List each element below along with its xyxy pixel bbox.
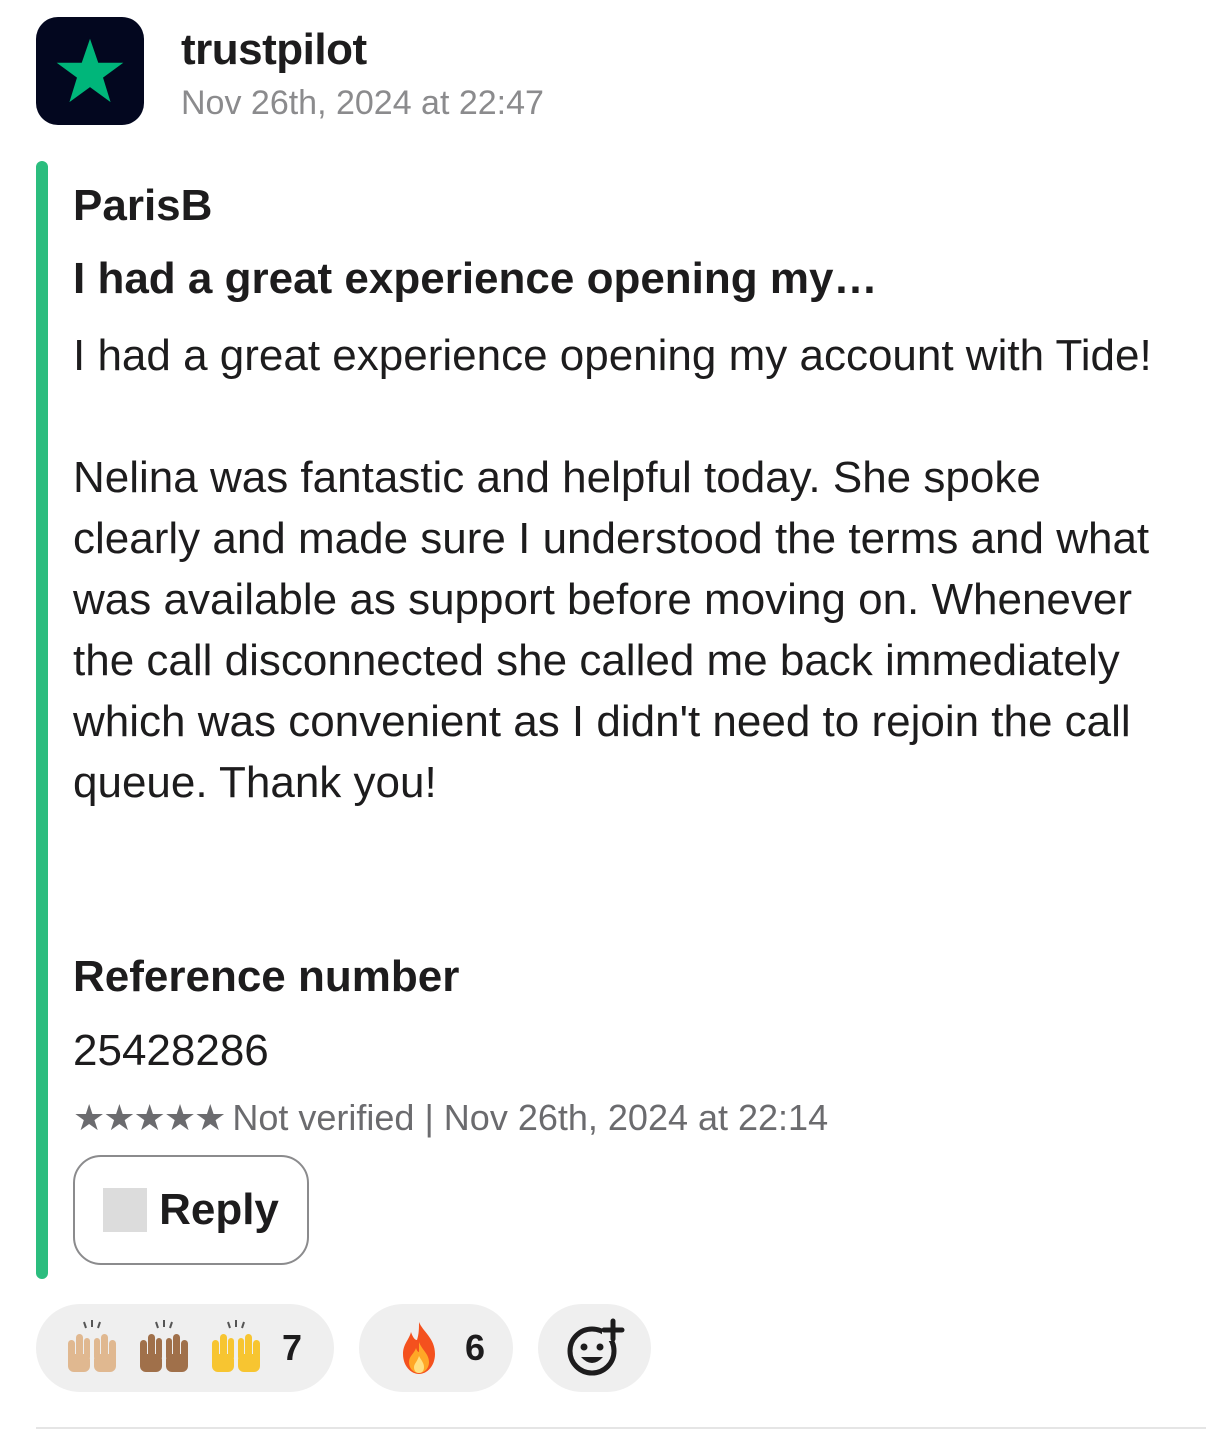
review-author: ParisB	[73, 181, 213, 230]
reply-button[interactable]: Reply	[73, 1155, 309, 1265]
raised-hands-emoji	[212, 1320, 260, 1372]
fire-emoji	[403, 1322, 435, 1374]
review-meta-text: Not verified | Nov 26th, 2024 at 22:14	[232, 1097, 829, 1138]
reply-icon	[103, 1188, 148, 1232]
add-reaction-button[interactable]	[538, 1304, 651, 1392]
reference-label: Reference number	[73, 952, 460, 1001]
review-title[interactable]: I had a great experience opening my…	[73, 250, 877, 308]
review-meta: ★★★★★ Not verified | Nov 26th, 2024 at 22…	[73, 1094, 828, 1142]
raised-hands-emoji	[68, 1320, 116, 1372]
reaction-raised-hands[interactable]: 7	[36, 1304, 334, 1392]
reaction-count: 7	[282, 1327, 303, 1368]
reaction-fire[interactable]: 6	[359, 1304, 513, 1392]
raised-hands-emoji	[140, 1320, 188, 1372]
reply-label: Reply	[159, 1185, 279, 1234]
app-name[interactable]: trustpilot	[181, 21, 367, 79]
review-body-paragraph: Nelina was fantastic and helpful today. …	[73, 453, 1150, 807]
review-body-paragraph: I had a great experience opening my acco…	[73, 331, 1152, 380]
rating-stars: ★★★★★	[73, 1097, 226, 1138]
trustpilot-star-icon	[56, 38, 124, 103]
reaction-count: 6	[465, 1327, 486, 1368]
review-body: I had a great experience opening my acco…	[73, 325, 1173, 813]
attachment-accent-bar	[36, 161, 48, 1279]
add-reaction-icon	[567, 1318, 624, 1376]
divider	[36, 1427, 1206, 1429]
app-avatar[interactable]	[36, 17, 144, 125]
reference-value: 25428286	[73, 1026, 269, 1075]
message-timestamp[interactable]: Nov 26th, 2024 at 22:47	[181, 82, 544, 124]
